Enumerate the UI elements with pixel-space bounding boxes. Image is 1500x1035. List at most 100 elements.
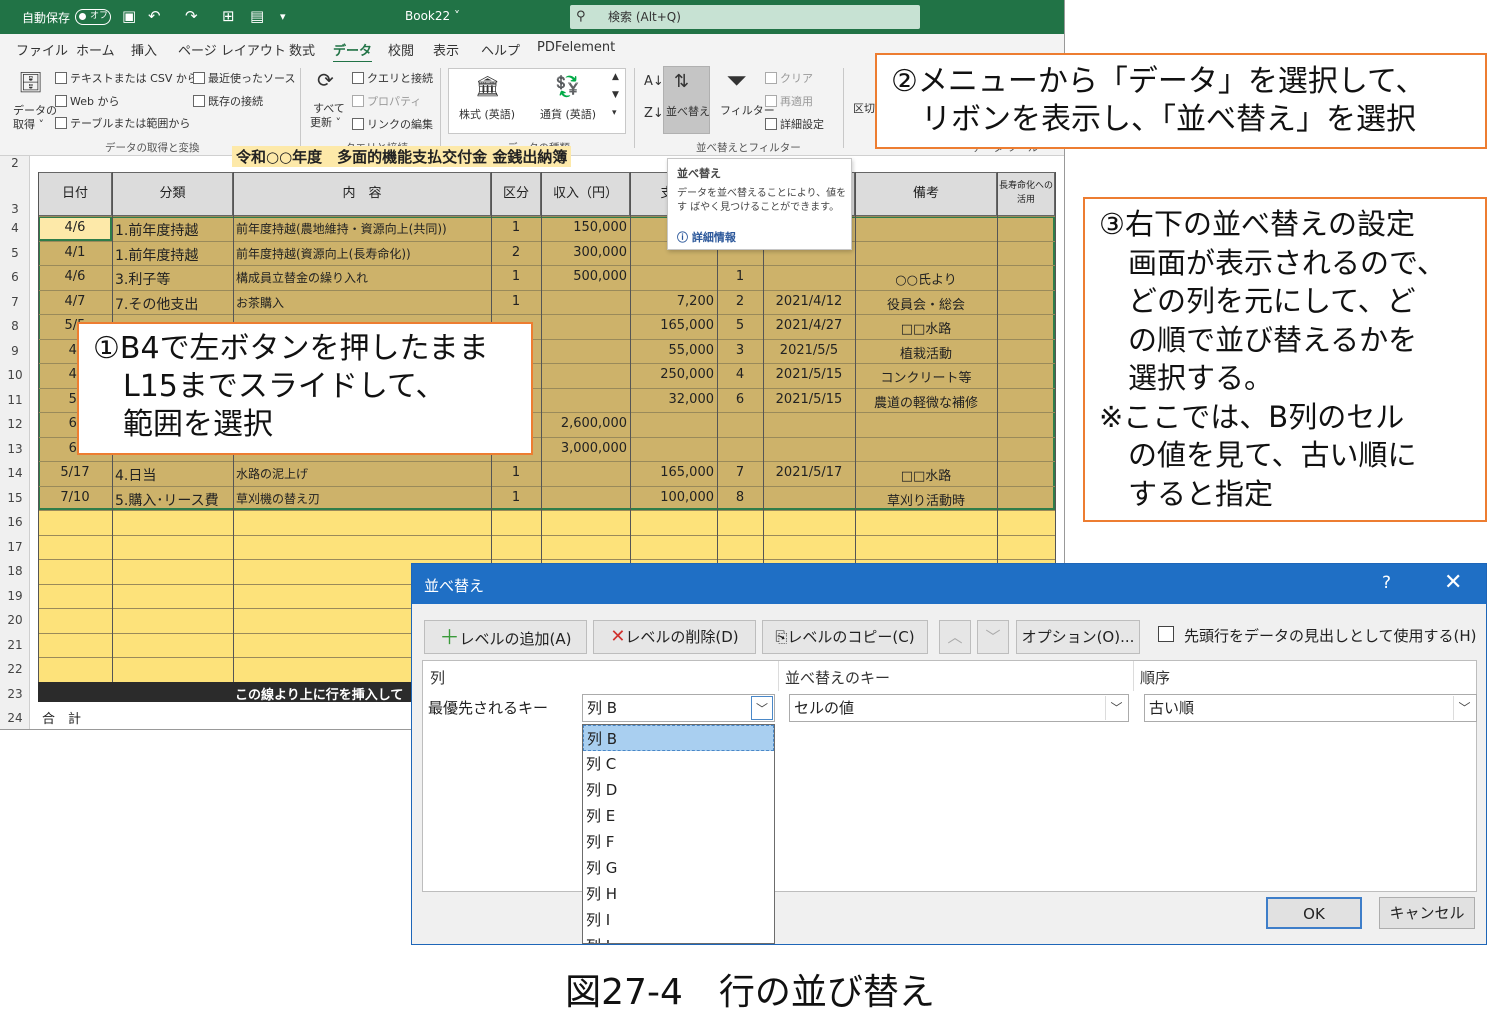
- copy-level-button[interactable]: ⎘レベルのコピー(C): [762, 620, 928, 654]
- table-cell[interactable]: 農道の軽微な補修: [858, 392, 994, 411]
- table-cell[interactable]: 4.日当: [115, 465, 230, 485]
- table-cell[interactable]: □□水路: [858, 465, 994, 484]
- move-up-button[interactable]: ︿: [939, 620, 971, 654]
- table-cell[interactable]: 1: [720, 269, 760, 284]
- column-option[interactable]: 列 H: [583, 881, 774, 907]
- tab-home[interactable]: ホーム: [76, 40, 115, 59]
- tab-help[interactable]: ヘルプ: [481, 40, 520, 59]
- table-cell[interactable]: □□水路: [858, 318, 994, 337]
- table-range-button[interactable]: テーブルまたは範囲から: [55, 115, 190, 131]
- table-cell[interactable]: 250,000: [633, 367, 714, 382]
- redo-icon[interactable]: ↷: [185, 7, 198, 25]
- table-cell[interactable]: 植栽活動: [858, 343, 994, 362]
- tab-view[interactable]: 表示: [433, 40, 459, 59]
- table-cell[interactable]: 構成員立替金の繰り入れ: [236, 269, 488, 286]
- table-cell[interactable]: 300,000: [544, 245, 627, 260]
- table-cell[interactable]: 7.その他支出: [115, 294, 230, 314]
- ok-button[interactable]: OK: [1266, 897, 1362, 929]
- table-cell[interactable]: 4/1: [41, 245, 109, 260]
- tab-page-layout[interactable]: ページ レイアウト: [178, 40, 286, 59]
- move-down-button[interactable]: ﹀: [977, 620, 1009, 654]
- delete-level-button[interactable]: ✕レベルの削除(D): [593, 620, 756, 654]
- table-cell[interactable]: 100,000: [633, 490, 714, 505]
- gallery-more-icon[interactable]: ▾: [612, 108, 617, 118]
- recent-sources-button[interactable]: 最近使ったソース: [193, 70, 295, 86]
- gallery-up-icon[interactable]: ▲: [612, 72, 619, 82]
- column-option[interactable]: 列 D: [583, 777, 774, 803]
- tab-review[interactable]: 校閲: [388, 40, 414, 59]
- table-cell[interactable]: 165,000: [633, 318, 714, 333]
- customize-toolbar-icon[interactable]: ▾: [280, 10, 286, 23]
- table-cell[interactable]: 4: [720, 367, 760, 382]
- web-button[interactable]: Web から: [55, 93, 119, 109]
- table-cell[interactable]: 3: [720, 343, 760, 358]
- file-name[interactable]: Book22 ˅: [405, 9, 460, 23]
- table-cell[interactable]: 1: [494, 465, 538, 480]
- table-cell[interactable]: 2: [494, 245, 538, 260]
- autosave-toggle[interactable]: オフ: [75, 9, 111, 25]
- table-cell[interactable]: 7/10: [41, 490, 109, 505]
- table-cell[interactable]: 500,000: [544, 269, 627, 284]
- column-option[interactable]: 列 B: [583, 725, 774, 751]
- table-cell[interactable]: 草刈機の替え刃: [236, 490, 488, 507]
- cancel-button[interactable]: キャンセル: [1379, 897, 1475, 929]
- tab-insert[interactable]: 挿入: [131, 40, 157, 59]
- table-cell[interactable]: 4/7: [41, 294, 109, 309]
- header-checkbox[interactable]: [1158, 626, 1174, 642]
- table-cell[interactable]: 5/17: [41, 465, 109, 480]
- queries-connections-button[interactable]: クエリと接続: [352, 70, 433, 86]
- clear-button[interactable]: クリア: [765, 70, 813, 86]
- add-level-button[interactable]: ＋レベルの追加(A): [424, 620, 587, 654]
- text-to-columns-button[interactable]: 区切: [853, 100, 875, 116]
- table-cell[interactable]: 2021/5/15: [766, 392, 852, 407]
- table-cell[interactable]: 1.前年度持越: [115, 245, 230, 265]
- tooltip-more-info-link[interactable]: ⓘ 詳細情報: [677, 229, 736, 245]
- table-cell[interactable]: 2021/5/15: [766, 367, 852, 382]
- table-cell[interactable]: 前年度持越(資源向上(長寿命化)): [236, 245, 488, 262]
- table-cell[interactable]: 2021/4/27: [766, 318, 852, 333]
- table-cell[interactable]: 1: [494, 490, 538, 505]
- column-option[interactable]: 列 F: [583, 829, 774, 855]
- text-csv-button[interactable]: テキストまたは CSV から: [55, 70, 198, 86]
- tab-pdfelement[interactable]: PDFelement: [537, 40, 615, 55]
- reapply-button[interactable]: 再適用: [765, 93, 813, 109]
- table-cell[interactable]: 150,000: [544, 220, 627, 235]
- options-button[interactable]: オプション(O)...: [1016, 620, 1140, 654]
- column-option[interactable]: 列 E: [583, 803, 774, 829]
- sort-key-select[interactable]: セルの値 ﹀: [789, 694, 1129, 722]
- sort-asc-icon[interactable]: A↓: [644, 74, 664, 89]
- table-cell[interactable]: 4/6: [41, 269, 109, 284]
- tab-file[interactable]: ファイル: [16, 40, 68, 59]
- form-icon[interactable]: ▤: [250, 7, 264, 25]
- advanced-button[interactable]: 詳細設定: [765, 116, 824, 132]
- table-cell[interactable]: 32,000: [633, 392, 715, 407]
- tab-formulas[interactable]: 数式: [289, 40, 315, 59]
- tab-data[interactable]: データ: [333, 40, 373, 64]
- table-cell[interactable]: 水路の泥上げ: [236, 465, 488, 482]
- column-option[interactable]: 列 I: [583, 907, 774, 933]
- column-option[interactable]: 列 G: [583, 855, 774, 881]
- refresh-all-dropdown[interactable]: 更新 ˅: [310, 114, 341, 130]
- table-cell[interactable]: ○○氏より: [858, 269, 994, 288]
- table-cell[interactable]: 2021/4/12: [766, 294, 852, 309]
- table-icon[interactable]: ⊞: [222, 7, 235, 25]
- search-input[interactable]: ⚲ 検索 (Alt+Q): [570, 5, 920, 29]
- sort-button[interactable]: ⇅ 並べ替え: [663, 66, 710, 134]
- column-select[interactable]: 列 B ﹀: [582, 694, 775, 722]
- help-button[interactable]: ?: [1382, 573, 1391, 593]
- chevron-down-icon[interactable]: ﹀: [751, 696, 773, 720]
- table-cell[interactable]: 5: [720, 318, 760, 333]
- table-cell[interactable]: 5.購入･リース費: [115, 490, 230, 510]
- table-cell[interactable]: 2021/5/5: [766, 343, 852, 358]
- order-select[interactable]: 古い順 ﹀: [1144, 694, 1477, 722]
- undo-icon[interactable]: ↶: [148, 7, 161, 25]
- table-cell[interactable]: 4/6: [41, 220, 109, 235]
- table-cell[interactable]: 前年度持越(農地維持・資源向上(共同)): [236, 220, 488, 237]
- chevron-down-icon[interactable]: ﹀: [1105, 696, 1127, 720]
- save-icon[interactable]: ▣: [122, 7, 136, 25]
- properties-button[interactable]: プロパティ: [352, 93, 421, 109]
- table-cell[interactable]: 1: [494, 294, 538, 309]
- table-cell[interactable]: お茶購入: [236, 294, 488, 311]
- table-cell[interactable]: 2,600,000: [544, 416, 627, 431]
- table-cell[interactable]: 1.前年度持越: [115, 220, 230, 240]
